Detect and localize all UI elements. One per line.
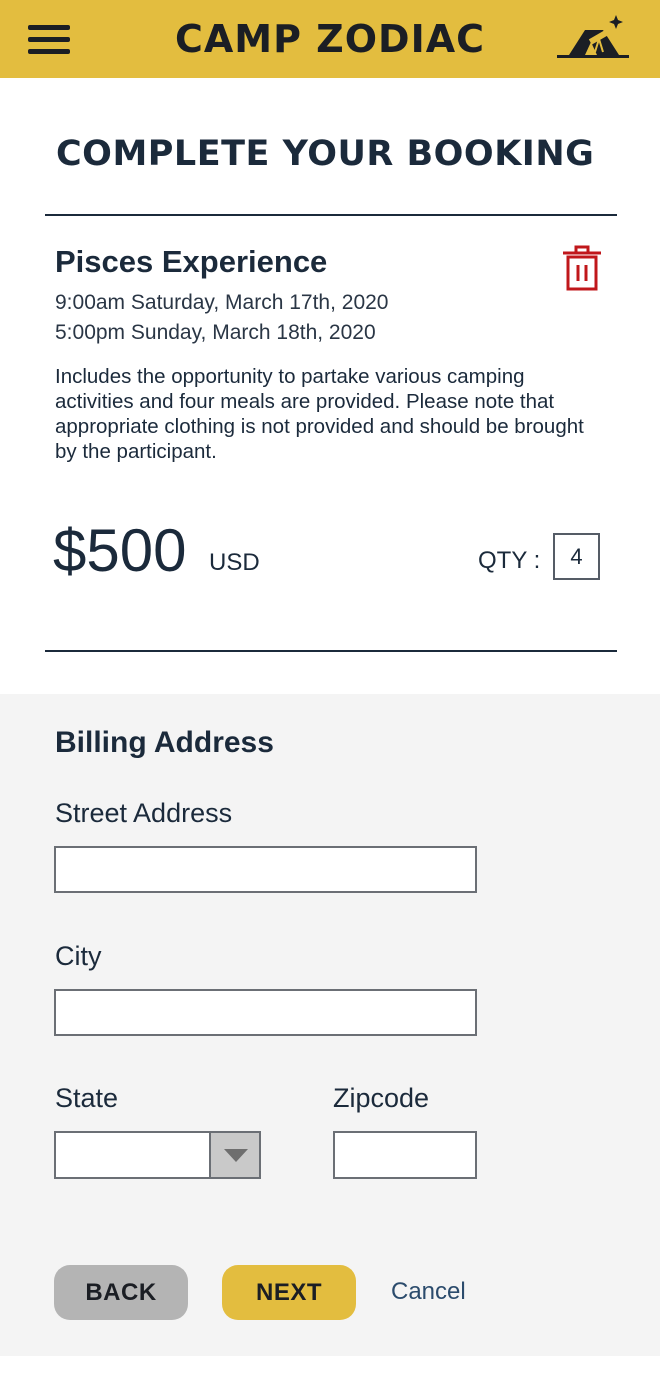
price-amount: $500 [53, 517, 187, 584]
trash-icon[interactable] [560, 244, 604, 292]
state-select[interactable] [54, 1131, 261, 1179]
zipcode-label: Zipcode [333, 1083, 430, 1113]
price-currency: USD [209, 549, 260, 576]
state-label: State [55, 1083, 119, 1113]
city-label: City [55, 941, 102, 971]
zipcode-input[interactable] [333, 1131, 477, 1179]
billing-title: Billing Address [55, 726, 274, 759]
city-input[interactable] [54, 989, 477, 1036]
event-name: Pisces Experience [55, 244, 328, 279]
event-start-time: 9:00am Saturday, March 17th, 2020 [55, 291, 389, 314]
event-description: Includes the opportunity to partake vari… [55, 365, 584, 463]
street-address-label: Street Address [55, 798, 233, 828]
page-title: COMPLETE YOUR BOOKING [56, 134, 595, 174]
top-header: CAMP ZODIAC [0, 0, 660, 78]
cancel-link[interactable]: Cancel [391, 1278, 466, 1306]
street-address-input[interactable] [54, 846, 477, 893]
top-divider [45, 214, 617, 216]
tent-telescope-icon [557, 15, 629, 58]
back-button[interactable]: BACK [54, 1265, 188, 1320]
quantity-label: QTY : [478, 547, 541, 574]
bottom-divider [45, 650, 617, 652]
event-end-time: 5:00pm Sunday, March 18th, 2020 [55, 321, 376, 344]
next-button[interactable]: NEXT [222, 1265, 356, 1320]
quantity-input[interactable] [553, 533, 600, 580]
chevron-down-icon[interactable] [209, 1133, 259, 1177]
